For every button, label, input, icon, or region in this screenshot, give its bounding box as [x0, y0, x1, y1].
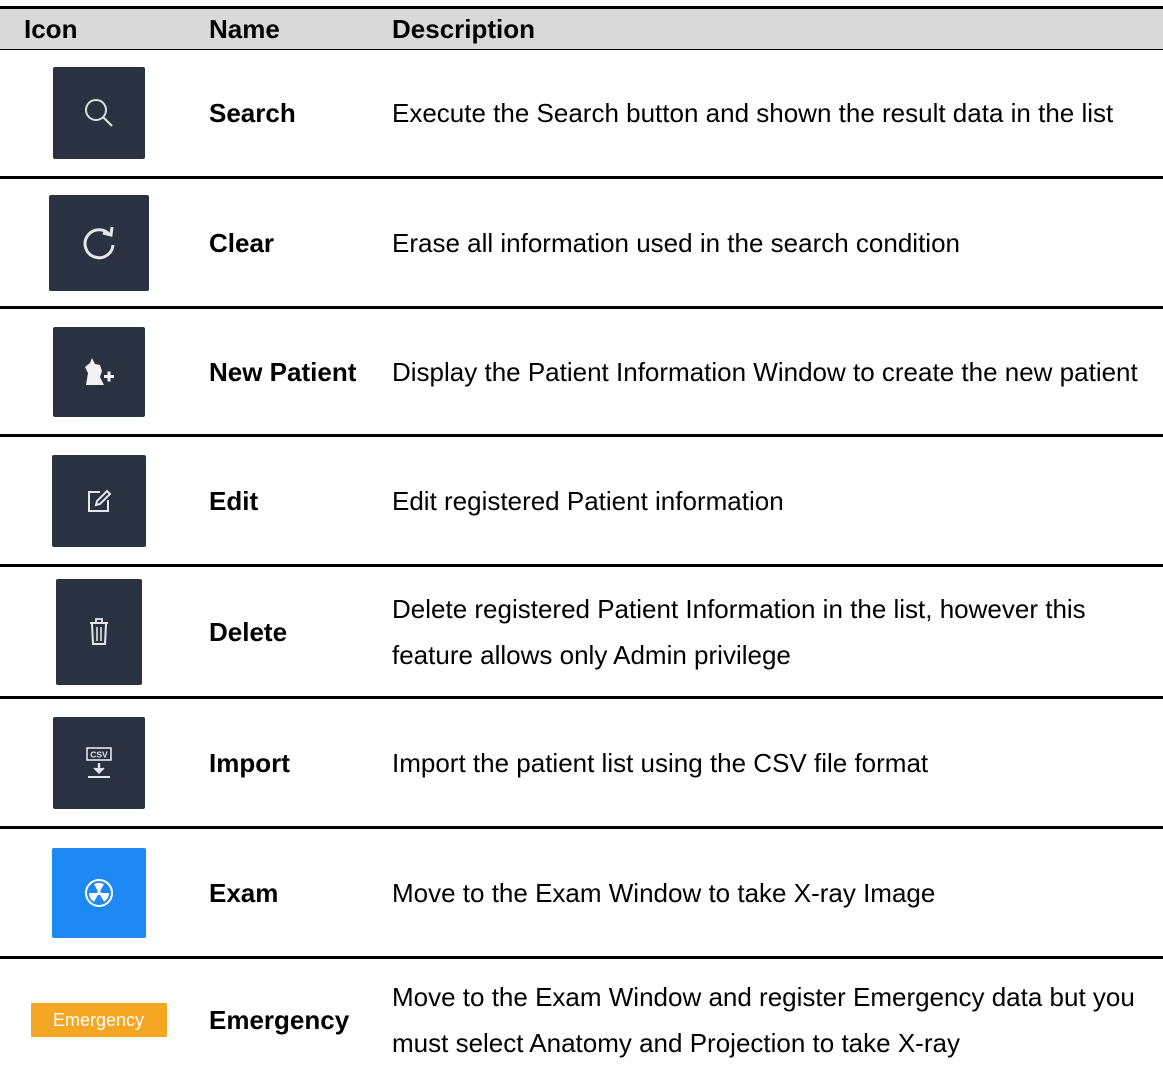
new-patient-icon — [52, 326, 145, 417]
table-row: Emergency Emergency Move to the Exam Win… — [0, 958, 1163, 1082]
header-icon: Icon — [24, 13, 78, 44]
trash-icon — [55, 578, 142, 685]
table-row: Clear Erase all information used in the … — [0, 178, 1163, 308]
row-description: Erase all information used in the search… — [392, 227, 960, 258]
row-name: Clear — [209, 227, 275, 258]
search-icon — [52, 67, 145, 159]
row-description: Display the Patient Information Window t… — [392, 356, 1138, 387]
csv-import-icon: CSV — [52, 716, 145, 809]
table-row: Delete Delete registered Patient Informa… — [0, 566, 1163, 698]
emergency-button-icon: Emergency — [30, 1003, 167, 1038]
row-name: Edit — [209, 485, 259, 516]
csv-label: CSV — [90, 749, 108, 759]
edit-icon — [51, 454, 146, 547]
table-row: Search Execute the Search button and sho… — [0, 50, 1163, 178]
row-description: Delete registered Patient Information in… — [392, 593, 1086, 670]
row-name: Import — [209, 747, 290, 778]
table-row: New Patient Display the Patient Informat… — [0, 308, 1163, 436]
header-name: Name — [209, 13, 280, 44]
row-name: New Patient — [209, 356, 357, 387]
row-description: Execute the Search button and shown the … — [392, 98, 1114, 128]
icon-reference-table: Icon Name Description Search Execute the… — [0, 6, 1163, 1082]
row-description: Edit registered Patient information — [392, 485, 784, 516]
refresh-icon — [48, 194, 149, 291]
row-name: Search — [209, 98, 296, 128]
header-description: Description — [392, 13, 536, 44]
table-row: Exam Move to the Exam Window to take X-r… — [0, 828, 1163, 958]
table-header-row: Icon Name Description — [0, 7, 1163, 50]
table-row: Edit Edit registered Patient information — [0, 436, 1163, 566]
table-row: CSV Import Import the patient list using… — [0, 698, 1163, 828]
radiation-icon — [51, 847, 146, 938]
row-description: Move to the Exam Window to take X-ray Im… — [392, 877, 936, 908]
row-name: Exam — [209, 877, 279, 908]
row-name: Emergency — [209, 1005, 350, 1036]
row-description: Move to the Exam Window and register Eme… — [392, 982, 1135, 1059]
row-name: Delete — [209, 616, 288, 647]
row-description: Import the patient list using the CSV fi… — [392, 747, 929, 778]
